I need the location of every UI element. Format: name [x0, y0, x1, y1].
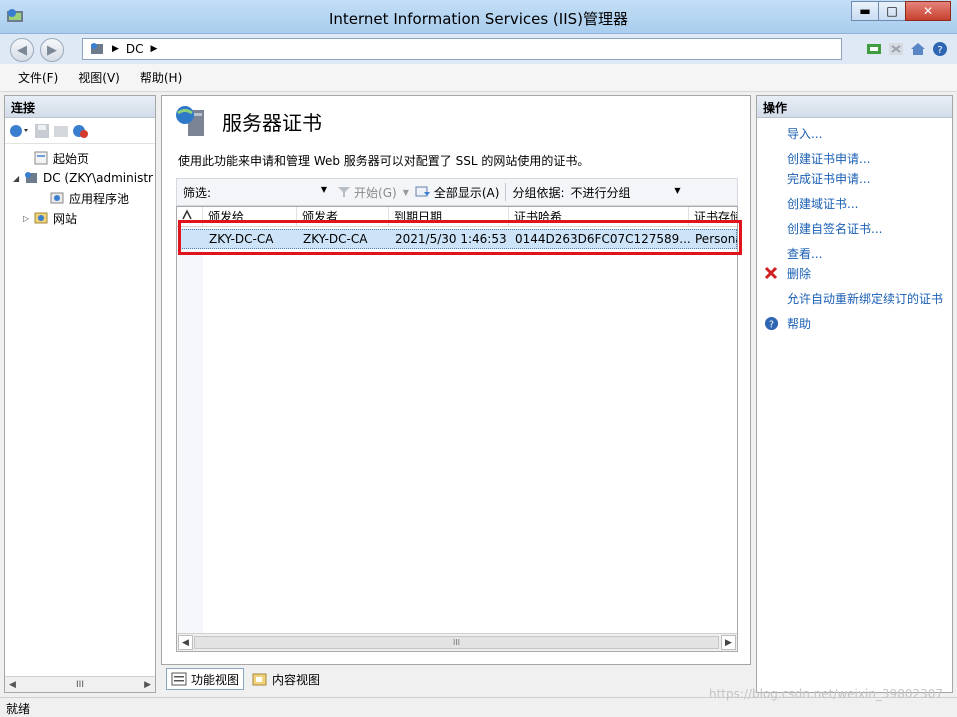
certificates-grid: 颁发给 颁发者 到期日期 证书哈希 证书存储 ZKY-DC-CA ZKY-DC-… — [176, 206, 738, 652]
connections-toolbar — [5, 118, 155, 144]
up-level-icon[interactable] — [53, 123, 69, 139]
filter-label: 筛选: — [183, 185, 212, 200]
address-bar[interactable]: ▶ DC ▶ — [82, 38, 842, 60]
scroll-thumb[interactable]: III — [194, 636, 719, 649]
actions-pane: 操作 导入... 创建证书申请... 完成证书申请... 创建域证书... 创建… — [756, 95, 953, 693]
title-bar: Internet Information Services (IIS)管理器 ▬… — [0, 0, 957, 34]
tree-label: 网站 — [53, 211, 78, 226]
go-dropdown-icon[interactable]: ▼ — [403, 188, 409, 197]
tree-label: 应用程序池 — [69, 191, 130, 206]
status-text: 就绪 — [6, 702, 31, 716]
minimize-button[interactable]: ▬ — [851, 1, 879, 21]
scroll-right-icon[interactable]: ▶ — [721, 635, 736, 650]
collapse-icon[interactable]: ◢ — [13, 174, 23, 183]
tree-node-server[interactable]: ◢ DC (ZKY\administr — [5, 168, 155, 188]
content-view-icon — [252, 673, 267, 686]
connections-tree: 起始页 ◢ DC (ZKY\administr 应用程序池 ▷ 网站 — [5, 144, 155, 228]
action-import[interactable]: 导入... — [757, 123, 822, 143]
action-allow-auto-rebind[interactable]: 允许自动重新绑定续订的证书 — [757, 288, 943, 308]
action-create-self-signed-certificate[interactable]: 创建自签名证书... — [757, 218, 882, 238]
tree-label: 起始页 — [53, 151, 90, 166]
delete-icon — [763, 265, 779, 281]
feature-pane: 服务器证书 使用此功能来申请和管理 Web 服务器可以对配置了 SSL 的网站使… — [161, 95, 751, 665]
show-all-icon — [415, 186, 430, 197]
features-view-icon — [171, 672, 187, 686]
menu-help[interactable]: 帮助(H) — [140, 69, 182, 86]
window-title: Internet Information Services (IIS)管理器 — [328, 10, 629, 28]
connections-hscrollbar[interactable]: ◀ III ▶ — [5, 676, 155, 692]
help-icon[interactable]: ? — [931, 40, 949, 58]
scroll-left-icon[interactable]: ◀ — [178, 635, 193, 650]
scroll-left-icon[interactable]: ◀ — [5, 680, 16, 690]
group-by-select[interactable]: 不进行分组 ▼ — [571, 184, 683, 201]
show-all-button[interactable]: 全部显示(A) — [415, 184, 499, 201]
connections-pane: 连接 起始页 ◢ DC (ZKY\administr 应用程序池 ▷ 网站 ◀ … — [4, 95, 156, 693]
svg-text:?: ? — [937, 45, 942, 56]
expand-icon[interactable]: ▷ — [23, 214, 33, 223]
actions-header: 操作 — [757, 96, 952, 118]
dropdown-icon: ▼ — [674, 185, 681, 195]
scroll-thumb[interactable]: III — [76, 680, 84, 690]
action-create-domain-certificate[interactable]: 创建域证书... — [757, 193, 858, 213]
tree-label: DC (ZKY\administr — [43, 171, 153, 185]
navigation-bar: ◀ ▶ ▶ DC ▶ ? — [0, 34, 957, 64]
view-tabs: 功能视图 内容视图 — [166, 668, 324, 690]
tab-content-view[interactable]: 内容视图 — [248, 668, 324, 690]
maximize-button[interactable]: □ — [878, 1, 906, 21]
dropdown-icon[interactable]: ▼ — [321, 185, 327, 194]
action-delete[interactable]: 删除 — [757, 263, 811, 283]
tree-node-sites[interactable]: ▷ 网站 — [5, 208, 155, 228]
page-title: 服务器证书 — [222, 110, 322, 135]
disconnect-icon[interactable] — [72, 123, 90, 139]
connect-icon[interactable] — [9, 123, 31, 139]
tab-features-view[interactable]: 功能视图 — [166, 668, 245, 690]
action-create-certificate-request[interactable]: 创建证书申请... — [757, 148, 870, 168]
server-icon — [91, 43, 103, 54]
grid-hscrollbar[interactable]: ◀ III ▶ — [177, 633, 737, 651]
filter-input[interactable]: ▼ — [215, 182, 331, 202]
action-help[interactable]: ? 帮助 — [757, 313, 811, 333]
action-complete-certificate-request[interactable]: 完成证书申请... — [757, 168, 870, 188]
scroll-right-icon[interactable]: ▶ — [144, 680, 155, 690]
highlight-box-certificate-row — [178, 220, 742, 255]
breadcrumb-separator-icon[interactable]: ▶ — [151, 44, 158, 54]
stop-icon[interactable] — [887, 40, 905, 58]
grid-row-header-column — [177, 227, 203, 651]
page-description: 使用此功能来申请和管理 Web 服务器可以对配置了 SSL 的网站使用的证书。 — [178, 154, 590, 168]
filter-funnel-icon — [338, 187, 351, 197]
watermark-text: https://blog.csdn.net/weixin_39802307 — [708, 687, 943, 701]
app-pool-icon — [50, 192, 64, 204]
action-view[interactable]: 查看... — [757, 243, 822, 263]
window-controls: ▬ □ ✕ — [851, 1, 951, 21]
tree-node-start-page[interactable]: 起始页 — [5, 148, 155, 168]
help-icon: ? — [763, 315, 779, 331]
connections-header: 连接 — [5, 96, 155, 118]
start-page-icon — [34, 151, 48, 165]
tree-node-app-pools[interactable]: 应用程序池 — [5, 188, 155, 208]
iis-manager-window: Internet Information Services (IIS)管理器 ▬… — [0, 0, 957, 716]
go-button[interactable]: 开始(G) — [337, 184, 397, 201]
breadcrumb-dc[interactable]: DC — [126, 42, 144, 56]
menu-file[interactable]: 文件(F) — [18, 69, 58, 86]
nav-toolbar: ? — [865, 40, 949, 58]
network-icon[interactable] — [865, 40, 883, 58]
sites-icon — [34, 212, 48, 224]
filter-bar: 筛选: ▼ 开始(G) ▼ 全部显示(A) 分组依据: 不进行分组 ▼ — [176, 178, 738, 206]
close-button[interactable]: ✕ — [905, 1, 951, 21]
separator — [505, 183, 507, 201]
menu-view[interactable]: 视图(V) — [78, 69, 120, 86]
home-icon[interactable] — [909, 40, 927, 58]
menu-bar: 文件(F) 视图(V) 帮助(H) — [0, 64, 957, 92]
svg-text:?: ? — [769, 319, 774, 330]
server-icon — [25, 172, 37, 183]
save-icon[interactable] — [34, 123, 50, 139]
feature-header: 服务器证书 — [174, 104, 322, 138]
back-button[interactable]: ◀ — [10, 38, 34, 62]
forward-button[interactable]: ▶ — [40, 38, 64, 62]
breadcrumb-separator-icon: ▶ — [112, 44, 119, 54]
group-by-label: 分组依据: — [512, 185, 565, 200]
server-certificates-icon — [176, 106, 204, 136]
